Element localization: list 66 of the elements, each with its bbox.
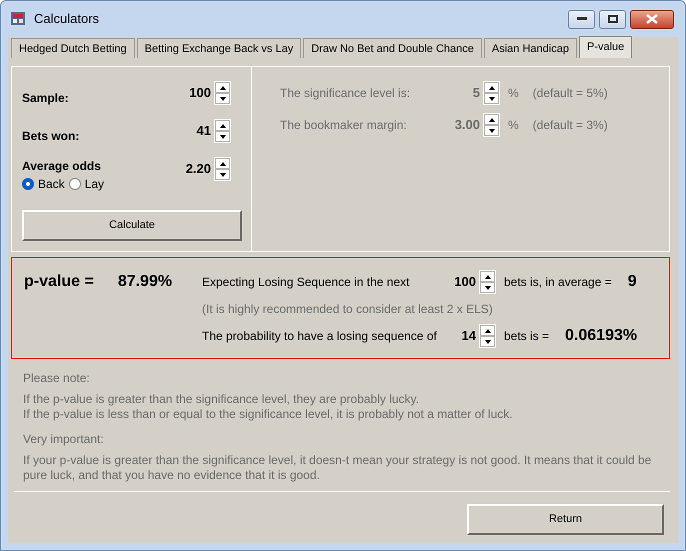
unit-label: % (508, 85, 519, 102)
p-value-label: p-value = (24, 272, 94, 292)
spin-down-button[interactable] (215, 169, 230, 180)
unit-label: % (508, 117, 519, 134)
spin-up-button[interactable] (215, 82, 230, 93)
spin-up-button[interactable] (215, 120, 230, 131)
down-triangle-icon (484, 340, 490, 344)
spin-up-button[interactable] (484, 114, 499, 125)
field-label: Bets won: (22, 128, 80, 145)
spin-down-button[interactable] (484, 125, 499, 136)
note-heading: Please note: (23, 371, 91, 386)
app-icon (10, 10, 28, 28)
default-note: (default = 5%) (532, 85, 608, 102)
tab[interactable]: P-value (578, 36, 632, 58)
close-button[interactable] (630, 10, 674, 28)
spin-down-button[interactable] (215, 93, 230, 104)
tab[interactable]: Asian Handicap (484, 38, 577, 58)
down-triangle-icon (220, 134, 226, 138)
result-label: bets is = (504, 328, 550, 345)
note-text: If your p-value is greater than the significance level, it doesn-t mean your strategy is not good. It means that it could be pure luck, and that you have no evidence that it is good. (23, 453, 652, 483)
result-label: Expecting Losing Sequence in the next (202, 274, 410, 291)
result-label: The probability to have a losing sequence of (202, 328, 438, 345)
result-label: bets is, in average = (504, 274, 612, 291)
spinner-value[interactable]: 14 (462, 326, 476, 346)
return-button[interactable]: Return (467, 504, 664, 535)
window-title: Calculators (34, 10, 100, 28)
spin-up-button[interactable] (215, 158, 230, 169)
down-triangle-icon (488, 96, 494, 100)
spin-up-button[interactable] (484, 82, 499, 93)
setting-label: The significance level is: (280, 85, 412, 102)
result-value: 0.06193% (565, 326, 638, 346)
field-label: Average odds (22, 158, 102, 175)
tab[interactable]: Draw No Bet and Double Chance (303, 38, 482, 58)
down-triangle-icon (220, 96, 226, 100)
spin-down-button[interactable] (215, 131, 230, 142)
spinner-value[interactable]: 2.20 (186, 159, 211, 179)
minimize-button[interactable] (568, 10, 595, 28)
tab[interactable]: Hedged Dutch Betting (11, 38, 135, 58)
note-text: If the p-value is greater than the significance level, they are probably lucky. (23, 392, 420, 407)
p-value: 87.99% (118, 272, 172, 292)
radio-option[interactable]: Lay (68, 175, 104, 193)
spin-down-button[interactable] (484, 93, 499, 104)
spin-down-button[interactable] (480, 336, 495, 347)
note-heading: Very important: (23, 432, 105, 447)
down-triangle-icon (488, 128, 494, 132)
down-triangle-icon (220, 172, 226, 176)
spin-up-button[interactable] (480, 325, 495, 336)
spinner-value[interactable]: 100 (454, 272, 476, 292)
result-value: 9 (628, 272, 637, 292)
down-triangle-icon (484, 286, 490, 290)
calculate-button[interactable]: Calculate (22, 210, 242, 241)
setting-label: The bookmaker margin: (280, 117, 408, 134)
maximize-button[interactable] (599, 10, 626, 28)
spin-down-button[interactable] (480, 282, 495, 293)
field-label: Sample: (22, 90, 69, 107)
close-icon (646, 14, 658, 24)
spinner-value[interactable]: 100 (189, 83, 211, 103)
default-note: (default = 3%) (532, 117, 608, 134)
spinner-value[interactable]: 41 (196, 121, 211, 141)
radio-option[interactable]: Back (22, 175, 65, 193)
maximize-icon (608, 15, 618, 23)
note-text: If the p-value is less than or equal to the significance level, it is probably not a matter of luck. (23, 407, 514, 422)
tab[interactable]: Betting Exchange Back vs Lay (136, 38, 302, 58)
spin-up-button[interactable] (480, 271, 495, 282)
minimize-icon (576, 17, 586, 21)
hint-text: (It is highly recommended to consider at least 2 x ELS) (202, 301, 494, 318)
